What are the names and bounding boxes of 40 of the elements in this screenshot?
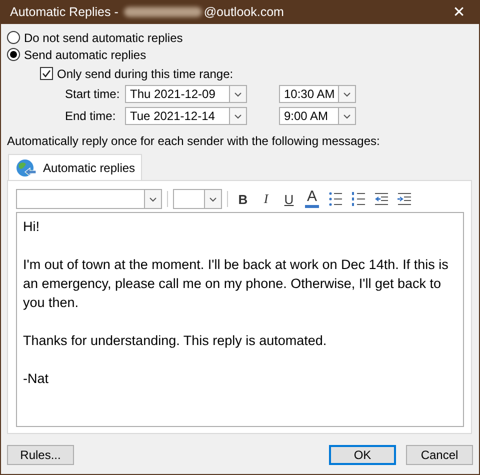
tab[interactable]: Automatic replies (8, 154, 142, 180)
message-paragraph: I'm out of town at the moment. I'll be back at work on Dec 14th. If this is an emergency, please call me on my phone. Otherwise, I'll get back to you then. (23, 256, 450, 312)
chevron-down-icon (233, 90, 243, 98)
chevron-down-icon (342, 112, 352, 120)
radio-label: Do not send automatic replies (24, 30, 183, 44)
date-dropdown[interactable]: Tue 2021-12-14 (125, 107, 247, 125)
time-dropdown[interactable]: 9:00 AM (279, 107, 356, 125)
instruction-text: Automatically reply once for each sender with the following messages: (7, 134, 381, 148)
underline-button[interactable]: U (279, 189, 299, 209)
checkbox-label: Only send during this time range: (57, 66, 234, 80)
chevron-down-icon (342, 90, 352, 98)
chevron-down-icon (148, 194, 158, 204)
radio-label: Send automatic replies (24, 48, 146, 62)
checkbox[interactable] (40, 67, 53, 80)
window-title: Automatic Replies - (10, 5, 120, 19)
font-color-button[interactable]: A (302, 189, 322, 209)
radio-button[interactable] (7, 48, 20, 61)
chevron-down-icon (233, 112, 243, 120)
bullet-list-icon[interactable] (328, 191, 342, 207)
message-paragraph: -Nat (23, 370, 50, 388)
window-title: @outlook.com (204, 5, 284, 19)
date-dropdown[interactable]: Thu 2021-12-09 (125, 85, 247, 103)
message-paragraph: Thanks for understanding. This reply is automated. (23, 332, 328, 350)
close-button[interactable]: ✕ (439, 3, 479, 21)
message-paragraph: Hi! (23, 218, 40, 236)
globe-arrow-icon (15, 158, 37, 178)
rules-button[interactable]: Rules... (7, 445, 74, 465)
ok-button[interactable]: OK (329, 445, 396, 465)
field-label: Start time: (65, 87, 121, 101)
chevron-down-icon (208, 194, 218, 204)
message-editor[interactable] (16, 212, 464, 427)
decrease-indent-icon[interactable] (374, 191, 388, 207)
bold-button[interactable]: B (233, 189, 253, 209)
italic-button[interactable]: I (256, 189, 276, 209)
time-dropdown[interactable]: 10:30 AM (279, 85, 356, 103)
numbered-list-icon[interactable] (350, 191, 366, 207)
increase-indent-icon[interactable] (396, 191, 412, 207)
cancel-button[interactable]: Cancel (406, 445, 473, 465)
field-label: End time: (65, 109, 117, 123)
radio-button[interactable] (7, 31, 20, 44)
